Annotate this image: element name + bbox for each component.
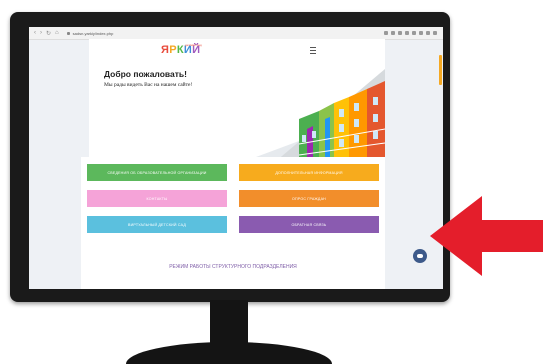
scrollbar-thumb[interactable]: [439, 55, 442, 85]
schedule-title: Режим работы структурного подразделения: [169, 264, 297, 270]
screen: ‹ › ↻ ⌂ sadsn.yarkiy/index.php ЯРКИЙ дет…: [29, 27, 443, 289]
home-icon[interactable]: ⌂: [55, 30, 59, 37]
forward-icon[interactable]: ›: [40, 30, 42, 37]
lock-icon: [66, 31, 70, 35]
menu-button-additional[interactable]: Дополнительная информация: [239, 164, 379, 181]
address-bar[interactable]: sadsn.yarkiy/index.php: [66, 30, 114, 36]
welcome-title: Добро пожаловать!: [104, 69, 187, 79]
browser-nav: ‹ › ↻ ⌂: [34, 30, 59, 37]
extension-icon[interactable]: [405, 31, 409, 35]
menu-card: Сведения об образовательной организации …: [81, 157, 385, 262]
logo-letter: Я: [161, 44, 170, 56]
back-icon[interactable]: ‹: [34, 30, 36, 37]
reload-icon[interactable]: ↻: [46, 30, 51, 37]
welcome-text: Мы рады видеть Вас на нашем сайте!: [104, 82, 193, 88]
menu-button-survey[interactable]: Опрос граждан: [239, 190, 379, 207]
extension-icon[interactable]: [384, 31, 388, 35]
extension-icon[interactable]: [391, 31, 395, 35]
pointer-arrow-icon: [430, 196, 543, 276]
schedule-section: Режим работы структурного подразделения: [81, 259, 385, 289]
extensions-bar: [384, 31, 437, 35]
extension-icon[interactable]: [398, 31, 402, 35]
chat-icon[interactable]: [413, 249, 427, 263]
logo-subtitle: детский сад: [185, 43, 202, 47]
monitor-stand-neck: [210, 300, 248, 346]
monitor-frame: ‹ › ↻ ⌂ sadsn.yarkiy/index.php ЯРКИЙ дет…: [10, 12, 450, 302]
logo-letter: Р: [169, 44, 177, 56]
logo-letter: К: [176, 44, 184, 56]
menu-button-virtual[interactable]: Виртуальный детский сад: [87, 216, 227, 233]
profile-icon[interactable]: [426, 31, 430, 35]
extension-icon[interactable]: [419, 31, 423, 35]
menu-kebab-icon[interactable]: [433, 31, 437, 35]
hamburger-menu-icon[interactable]: [310, 47, 316, 54]
extension-icon[interactable]: [412, 31, 416, 35]
menu-button-feedback[interactable]: Обратная связь: [239, 216, 379, 233]
menu-button-contacts[interactable]: Контакты: [87, 190, 227, 207]
kindergarten-building-image: [229, 69, 385, 167]
url-text: sadsn.yarkiy/index.php: [72, 30, 114, 36]
menu-button-info[interactable]: Сведения об образовательной организации: [87, 164, 227, 181]
